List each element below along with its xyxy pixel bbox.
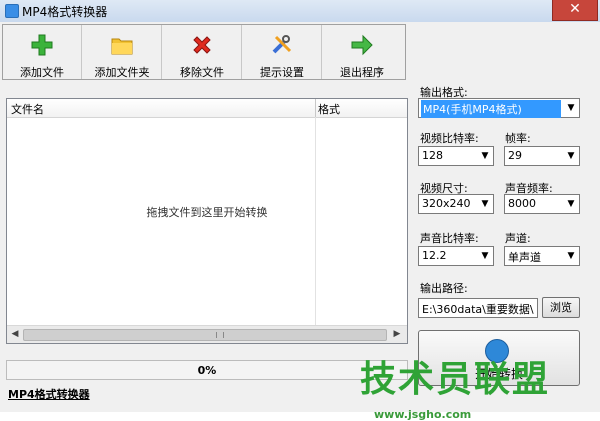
chevron-down-icon[interactable]: ▼ — [477, 147, 493, 165]
watermark-url: www.jsgho.com — [374, 408, 472, 421]
scroll-thumb[interactable] — [23, 329, 387, 341]
title-bar: MP4格式转换器 ✕ — [0, 0, 600, 23]
close-button[interactable]: ✕ — [552, 0, 598, 21]
watermark-title: 技术员联盟 — [360, 359, 551, 400]
window-title: MP4格式转换器 — [22, 5, 108, 19]
output-path-label: 输出路径: — [420, 282, 468, 295]
progress-text: 0% — [197, 364, 217, 377]
audio-bitrate-label: 声音比特率: — [420, 232, 479, 245]
footer-link[interactable]: MP4格式转换器 — [8, 386, 90, 402]
add-file-label: 添加文件 — [20, 66, 64, 79]
frame-rate-select[interactable]: 29 ▼ — [504, 146, 580, 166]
add-folder-button[interactable]: 添加文件夹 — [83, 25, 162, 79]
output-format-select[interactable]: MP4(手机MP4格式) ▼ — [418, 98, 580, 118]
column-divider[interactable] — [315, 99, 316, 117]
arrow-right-icon — [351, 34, 373, 56]
column-header-format[interactable]: 格式 — [318, 101, 340, 117]
audio-frequency-select[interactable]: 8000 ▼ — [504, 194, 580, 214]
chevron-down-icon[interactable]: ▼ — [563, 195, 579, 213]
frame-rate-label: 帧率: — [505, 132, 531, 145]
audio-bitrate-value: 12.2 — [422, 249, 447, 262]
file-list-header: 文件名 格式 — [7, 99, 407, 118]
video-bitrate-label: 视频比特率: — [420, 132, 479, 145]
drop-hint: 拖拽文件到这里开始转换 — [146, 206, 268, 219]
watermark: 技术员联盟 www.jsgho.com — [360, 359, 551, 421]
add-folder-label: 添加文件夹 — [94, 66, 150, 79]
exit-button[interactable]: 退出程序 — [323, 25, 401, 79]
remove-file-label: 移除文件 — [180, 66, 224, 79]
tips-settings-label: 提示设置 — [260, 66, 304, 79]
audio-bitrate-select[interactable]: 12.2 ▼ — [418, 246, 494, 266]
chevron-down-icon[interactable]: ▼ — [477, 195, 493, 213]
output-path-value: E:\360data\重要数据\桌 — [422, 303, 534, 316]
channel-select[interactable]: 单声道 ▼ — [504, 246, 580, 266]
video-bitrate-select[interactable]: 128 ▼ — [418, 146, 494, 166]
audio-frequency-value: 8000 — [508, 197, 536, 210]
x-icon — [193, 36, 211, 54]
exit-label: 退出程序 — [340, 66, 384, 79]
chevron-down-icon[interactable]: ▼ — [563, 147, 579, 165]
horizontal-scrollbar[interactable]: ◀ ▶ — [7, 325, 407, 343]
browse-button[interactable]: 浏览 — [542, 297, 580, 318]
tips-settings-button[interactable]: 提示设置 — [243, 25, 322, 79]
grip-icon — [216, 332, 224, 338]
main-window: 添加文件 添加文件夹 移除文件 提示设置 退出程序 文件名 格式 拖拽文件到这里… — [0, 22, 600, 421]
add-file-button[interactable]: 添加文件 — [3, 25, 82, 79]
remove-file-button[interactable]: 移除文件 — [163, 25, 242, 79]
folder-icon — [111, 38, 133, 55]
plus-icon — [31, 34, 53, 56]
video-size-select[interactable]: 320x240 ▼ — [418, 194, 494, 214]
frame-rate-value: 29 — [508, 149, 522, 162]
toolbar: 添加文件 添加文件夹 移除文件 提示设置 退出程序 — [2, 24, 406, 80]
file-list[interactable]: 文件名 格式 拖拽文件到这里开始转换 ◀ ▶ — [6, 98, 408, 344]
video-size-value: 320x240 — [422, 197, 471, 210]
output-format-value: MP4(手机MP4格式) — [421, 100, 561, 118]
app-icon — [5, 4, 19, 18]
chevron-down-icon[interactable]: ▼ — [563, 247, 579, 265]
progress-bar: 0% — [6, 360, 408, 380]
video-bitrate-value: 128 — [422, 149, 443, 162]
channel-value: 单声道 — [508, 251, 541, 264]
scroll-right-icon[interactable]: ▶ — [391, 328, 403, 340]
scroll-left-icon[interactable]: ◀ — [9, 328, 21, 340]
column-grid-line — [315, 117, 316, 325]
chevron-down-icon[interactable]: ▼ — [477, 247, 493, 265]
chevron-down-icon[interactable]: ▼ — [563, 99, 579, 117]
output-path-field[interactable]: E:\360data\重要数据\桌 — [418, 298, 538, 318]
column-header-filename[interactable]: 文件名 — [11, 101, 44, 117]
tools-icon — [272, 35, 292, 54]
channel-label: 声道: — [505, 232, 531, 245]
